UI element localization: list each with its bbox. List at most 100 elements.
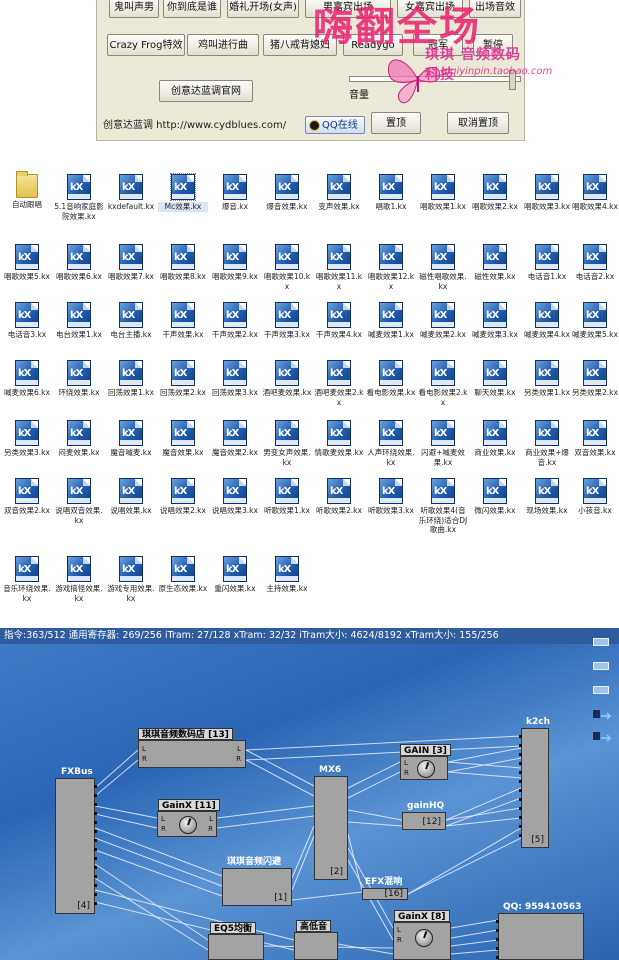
file-item[interactable]: kX 情歌麦效果.kx bbox=[314, 420, 364, 458]
file-item[interactable]: kX 唱歌效果10.kx bbox=[262, 244, 312, 291]
file-item[interactable]: kX 闪避+喊麦效果.kx bbox=[418, 420, 468, 467]
file-item[interactable]: kX 看电影效果2.kx bbox=[418, 360, 468, 407]
file-item[interactable]: kX 看电影效果.kx bbox=[366, 360, 416, 398]
file-item[interactable]: kX 原生态效果.kx bbox=[158, 556, 208, 594]
qq-block[interactable] bbox=[496, 913, 584, 960]
file-item[interactable]: kX 男变女声效果.kx bbox=[262, 420, 312, 467]
file-item[interactable]: kX 磁性效果.kx bbox=[470, 244, 520, 282]
file-item[interactable]: kX 喊麦效果5.kx bbox=[570, 302, 619, 340]
file-item[interactable]: kX 唱歌效果9.kx bbox=[210, 244, 260, 282]
sound-button-7[interactable]: Crazy Frog特效 bbox=[107, 34, 185, 56]
file-item[interactable]: kX 唱歌效果7.kx bbox=[106, 244, 156, 282]
file-item[interactable]: kX 电话音3.kx bbox=[2, 302, 52, 340]
file-item[interactable]: kX 干声效果3.kx bbox=[262, 302, 312, 340]
file-item[interactable]: kX 电台效果1.kx bbox=[54, 302, 104, 340]
k2ch-block[interactable]: [5] bbox=[519, 728, 549, 848]
gain3-block[interactable]: L R bbox=[400, 756, 448, 780]
file-item[interactable]: kX 喊麦效果4.kx bbox=[522, 302, 572, 340]
file-item[interactable]: kX 唱歌效果8.kx bbox=[158, 244, 208, 282]
mx6-block[interactable]: [2] bbox=[314, 776, 348, 880]
file-item[interactable]: kX 唱歌效果3.kx bbox=[522, 174, 572, 212]
file-item[interactable]: kX 爆音.kx bbox=[210, 174, 260, 212]
side-tool-1[interactable] bbox=[593, 638, 609, 646]
file-item[interactable]: kX 回荡效果1.kx bbox=[106, 360, 156, 398]
file-item[interactable]: kX 听歌效果3.kx bbox=[366, 478, 416, 516]
file-item[interactable]: kX 环绕效果.kx bbox=[54, 360, 104, 398]
side-tool-2[interactable] bbox=[593, 662, 609, 670]
file-item[interactable]: kX 现场效果.kx bbox=[522, 478, 572, 516]
file-item[interactable]: kX 小孩音.kx bbox=[570, 478, 619, 516]
file-item[interactable]: kX 魔音喊麦.kx bbox=[106, 420, 156, 458]
file-item[interactable]: kX 唱歌效果5.kx bbox=[2, 244, 52, 282]
sound-button-1[interactable]: 鬼叫声男 bbox=[109, 0, 159, 18]
file-item[interactable]: kX 说唱效果2.kx bbox=[158, 478, 208, 516]
file-item[interactable]: kX 双音效果2.kx bbox=[2, 478, 52, 516]
file-item[interactable]: kX 商业效果.kx bbox=[470, 420, 520, 458]
file-item[interactable]: kX 音乐环绕效果.kx bbox=[2, 556, 52, 603]
efx-block[interactable]: [16] bbox=[362, 888, 408, 900]
sound-button-8[interactable]: 鸡叫进行曲 bbox=[187, 34, 259, 56]
file-item[interactable]: kX 干声效果4.kx bbox=[314, 302, 364, 340]
bass-treble-block[interactable] bbox=[294, 932, 338, 960]
file-item[interactable]: kX 唱歌效果2.kx bbox=[470, 174, 520, 212]
file-item[interactable]: kX 另类效果1.kx bbox=[522, 360, 572, 398]
file-item[interactable]: kX 磁性唱歌效果.kx bbox=[418, 244, 468, 291]
file-item[interactable]: kX 回荡效果3.kx bbox=[210, 360, 260, 398]
file-item[interactable]: kX 回荡效果2.kx bbox=[158, 360, 208, 398]
file-item[interactable]: kX 酒吧麦效果.kx bbox=[262, 360, 312, 398]
file-item[interactable]: kX 听歌效果4(音乐环绕)适合DJ歌曲.kx bbox=[418, 478, 468, 535]
file-item[interactable]: kX 人声环绕效果.kx bbox=[366, 420, 416, 467]
gainx8-knob[interactable] bbox=[415, 929, 433, 947]
gainx8-block[interactable]: L R bbox=[393, 922, 451, 960]
gainhq-block[interactable]: [12] bbox=[402, 812, 446, 830]
folder-item[interactable]: 自动跟唱 bbox=[2, 171, 52, 210]
file-item[interactable]: kX 另类效果2.kx bbox=[570, 360, 619, 398]
file-item[interactable]: kX 干声效果2.kx bbox=[210, 302, 260, 340]
file-item[interactable]: kX 游戏专用效果.kx bbox=[106, 556, 156, 603]
topmost-button[interactable]: 置顶 bbox=[371, 112, 421, 134]
side-tool-3[interactable] bbox=[593, 686, 609, 694]
eq5-block[interactable] bbox=[208, 934, 264, 960]
file-item[interactable]: kX 喊麦效果1.kx bbox=[366, 302, 416, 340]
file-item[interactable]: kX 干声效果.kx bbox=[158, 302, 208, 340]
file-item[interactable]: kX 微闪效果.kx bbox=[470, 478, 520, 516]
sound-button-2[interactable]: 你到底是谁 bbox=[163, 0, 221, 18]
file-item[interactable]: kX 喊麦效果6.kx bbox=[2, 360, 52, 398]
file-item[interactable]: kX 另类效果3.kx bbox=[2, 420, 52, 458]
ducking-block[interactable]: [1] bbox=[222, 868, 292, 906]
file-item[interactable]: kX 电话音1.kx bbox=[522, 244, 572, 282]
file-item[interactable]: kX 电话音2.kx bbox=[570, 244, 619, 282]
file-item[interactable]: kX 闷麦效果.kx bbox=[54, 420, 104, 458]
file-item[interactable]: kX 喊麦效果3.kx bbox=[470, 302, 520, 340]
file-item[interactable]: kX 魔音效果2.kx bbox=[210, 420, 260, 458]
file-item[interactable]: kX 唱歌效果1.kx bbox=[418, 174, 468, 212]
file-item[interactable]: kX 酒吧麦效果2.kx bbox=[314, 360, 364, 407]
file-item[interactable]: kX 喊麦效果2.kx bbox=[418, 302, 468, 340]
file-item[interactable]: kX 唱歌效果6.kx bbox=[54, 244, 104, 282]
file-item[interactable]: kX 唱歌1.kx bbox=[366, 174, 416, 212]
file-item[interactable]: kX 唱歌效果4.kx bbox=[570, 174, 619, 212]
file-item[interactable]: kX 唱歌效果11.kx bbox=[314, 244, 364, 291]
gain3-knob[interactable] bbox=[417, 760, 435, 778]
file-item[interactable]: kX 变声效果.kx bbox=[314, 174, 364, 212]
file-item[interactable]: kX 说唱效果3.kx bbox=[210, 478, 260, 516]
file-item[interactable]: kX 说唱双音效果.kx bbox=[54, 478, 104, 525]
file-item[interactable]: kX 商业效果+爆音.kx bbox=[522, 420, 572, 467]
file-item[interactable]: kX 听歌效果2.kx bbox=[314, 478, 364, 516]
file-item[interactable]: kX 双音效果.kx bbox=[570, 420, 619, 458]
file-item[interactable]: kX 爆音效果.kx bbox=[262, 174, 312, 212]
website-button[interactable]: 创意达蓝调官网 bbox=[159, 80, 253, 102]
gainx11-block[interactable]: L R L R bbox=[157, 811, 217, 837]
file-item[interactable]: kX 听歌效果1.kx bbox=[262, 478, 312, 516]
shop-block[interactable]: L R L R bbox=[138, 740, 246, 768]
file-item[interactable]: kX Mc效果.kx bbox=[158, 173, 208, 212]
file-item[interactable]: kX 电台主播.kx bbox=[106, 302, 156, 340]
file-item[interactable]: kX 5.1音响家庭影院效果.kx bbox=[54, 174, 104, 221]
gainx11-knob[interactable] bbox=[179, 816, 197, 834]
file-item[interactable]: kX 重闪效果.kx bbox=[210, 556, 260, 594]
side-arrows-icon[interactable] bbox=[592, 708, 614, 748]
file-item[interactable]: kX 聊天效果.kx bbox=[470, 360, 520, 398]
file-item[interactable]: kX kxdefault.kx bbox=[106, 174, 156, 212]
file-item[interactable]: kX 游戏搞怪效果.kx bbox=[54, 556, 104, 603]
file-item[interactable]: kX 魔音效果.kx bbox=[158, 420, 208, 458]
